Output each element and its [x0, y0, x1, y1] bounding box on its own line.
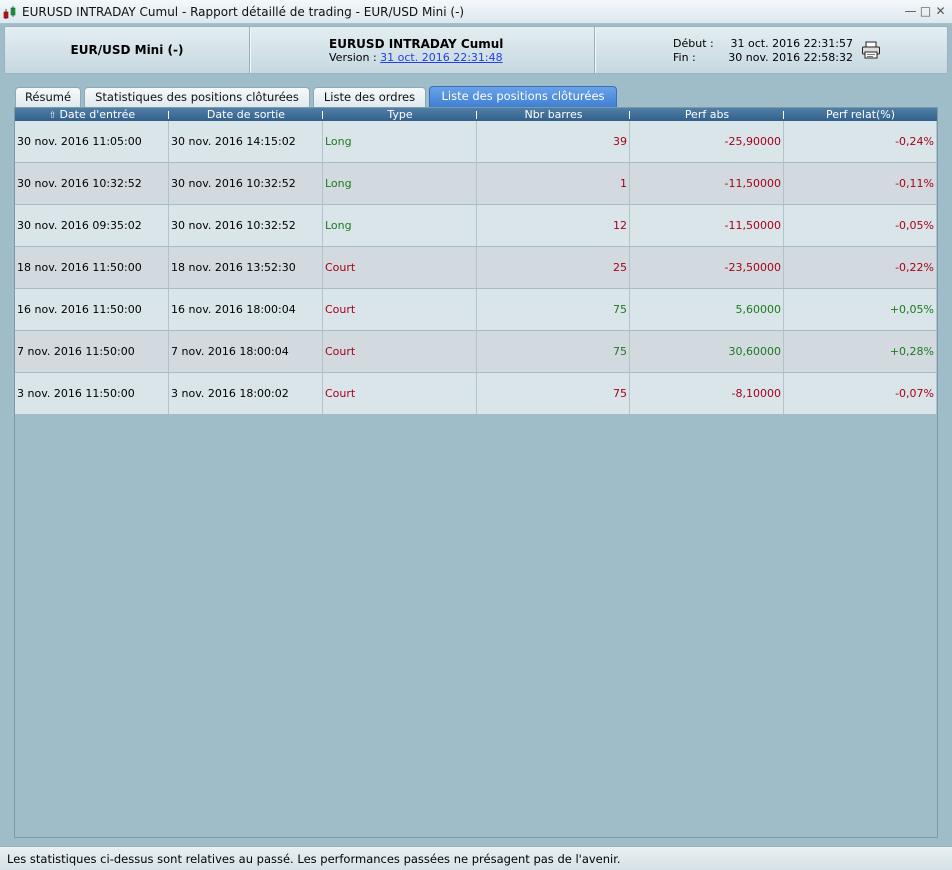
cell-perf-rel: -0,11% [784, 163, 937, 204]
cell-perf-abs: -25,90000 [630, 121, 784, 162]
cell-perf-rel: +0,05% [784, 289, 937, 330]
table-header: ⇧ Date d'entrée Date de sortie Type Nbr b… [15, 108, 937, 121]
report-header: EUR/USD Mini (-) EURUSD INTRADAY Cumul V… [4, 26, 948, 74]
cell-perf-rel: +0,28% [784, 331, 937, 372]
start-value: 31 oct. 2016 22:31:57 [730, 37, 853, 50]
cell-entry-date: 30 nov. 2016 10:32:52 [15, 163, 169, 204]
cell-bars: 39 [477, 121, 630, 162]
cell-type: Court [323, 373, 477, 414]
col-entry-date[interactable]: ⇧ Date d'entrée [15, 108, 169, 121]
cell-entry-date: 3 nov. 2016 11:50:00 [15, 373, 169, 414]
table-row[interactable]: 30 nov. 2016 09:35:02 30 nov. 2016 10:32:… [15, 205, 937, 247]
col-type[interactable]: Type [323, 108, 477, 121]
close-button[interactable]: ✕ [934, 5, 947, 18]
cell-perf-abs: -11,50000 [630, 163, 784, 204]
cell-exit-date: 30 nov. 2016 10:32:52 [169, 163, 323, 204]
cell-perf-abs: -11,50000 [630, 205, 784, 246]
tab-orders-list[interactable]: Liste des ordres [313, 87, 426, 107]
tab-closed-positions-stats[interactable]: Statistiques des positions clôturées [84, 87, 310, 107]
start-date-row: Début : 31 oct. 2016 22:31:57 [673, 37, 853, 51]
cell-entry-date: 18 nov. 2016 11:50:00 [15, 247, 169, 288]
cell-perf-rel: -0,22% [784, 247, 937, 288]
closed-positions-table: ⇧ Date d'entrée Date de sortie Type Nbr b… [14, 107, 938, 838]
col-bars[interactable]: Nbr barres [477, 108, 630, 121]
instrument-name: EUR/USD Mini (-) [70, 43, 184, 57]
cell-bars: 75 [477, 373, 630, 414]
end-value: 30 nov. 2016 22:58:32 [728, 51, 853, 64]
header-divider [594, 27, 596, 73]
cell-exit-date: 16 nov. 2016 18:00:04 [169, 289, 323, 330]
tab-closed-positions-list[interactable]: Liste des positions clôturées [429, 86, 617, 107]
cell-perf-abs: -23,50000 [630, 247, 784, 288]
col-perf-abs[interactable]: Perf abs [630, 108, 784, 121]
status-bar: Les statistiques ci-dessus sont relative… [0, 846, 952, 870]
cell-type: Long [323, 121, 477, 162]
cell-perf-abs: 30,60000 [630, 331, 784, 372]
table-row[interactable]: 30 nov. 2016 11:05:00 30 nov. 2016 14:15:… [15, 121, 937, 163]
cell-exit-date: 30 nov. 2016 14:15:02 [169, 121, 323, 162]
cell-type: Long [323, 163, 477, 204]
table-row[interactable]: 18 nov. 2016 11:50:00 18 nov. 2016 13:52:… [15, 247, 937, 289]
cell-type: Court [323, 331, 477, 372]
printer-icon[interactable] [861, 41, 881, 59]
date-range: Début : 31 oct. 2016 22:31:57 Fin : 30 n… [673, 37, 853, 65]
cell-entry-date: 7 nov. 2016 11:50:00 [15, 331, 169, 372]
header-divider [249, 27, 251, 73]
window-title: EURUSD INTRADAY Cumul - Rapport détaillé… [22, 5, 465, 19]
cell-bars: 1 [477, 163, 630, 204]
col-exit-date[interactable]: Date de sortie [169, 108, 323, 121]
cell-perf-rel: -0,24% [784, 121, 937, 162]
cell-exit-date: 3 nov. 2016 18:00:02 [169, 373, 323, 414]
cell-perf-abs: -8,10000 [630, 373, 784, 414]
version-label: Version : [329, 51, 377, 64]
cell-entry-date: 30 nov. 2016 09:35:02 [15, 205, 169, 246]
cell-exit-date: 18 nov. 2016 13:52:30 [169, 247, 323, 288]
cell-exit-date: 30 nov. 2016 10:32:52 [169, 205, 323, 246]
maximize-button[interactable]: □ [919, 5, 932, 18]
disclaimer-text: Les statistiques ci-dessus sont relative… [7, 852, 621, 866]
cell-type: Court [323, 289, 477, 330]
col-perf-rel[interactable]: Perf relat(%) [784, 108, 937, 121]
version-link[interactable]: 31 oct. 2016 22:31:48 [380, 51, 502, 64]
end-date-row: Fin : 30 nov. 2016 22:58:32 [673, 51, 853, 65]
end-label: Fin : [673, 51, 696, 64]
minimize-button[interactable]: — [904, 5, 917, 18]
table-row[interactable]: 7 nov. 2016 11:50:00 7 nov. 2016 18:00:04… [15, 331, 937, 373]
cell-perf-rel: -0,07% [784, 373, 937, 414]
table-row[interactable]: 16 nov. 2016 11:50:00 16 nov. 2016 18:00:… [15, 289, 937, 331]
cell-bars: 12 [477, 205, 630, 246]
cell-perf-rel: -0,05% [784, 205, 937, 246]
cell-type: Court [323, 247, 477, 288]
table-row[interactable]: 30 nov. 2016 10:32:52 30 nov. 2016 10:32:… [15, 163, 937, 205]
cell-type: Long [323, 205, 477, 246]
tab-resume[interactable]: Résumé [15, 87, 81, 107]
cell-bars: 75 [477, 331, 630, 372]
cell-bars: 75 [477, 289, 630, 330]
candlestick-chart-icon [3, 6, 16, 19]
cell-exit-date: 7 nov. 2016 18:00:04 [169, 331, 323, 372]
title-bar: EURUSD INTRADAY Cumul - Rapport détaillé… [0, 0, 952, 24]
start-label: Début : [673, 37, 714, 50]
cell-entry-date: 16 nov. 2016 11:50:00 [15, 289, 169, 330]
version-line: Version : 31 oct. 2016 22:31:48 [329, 51, 503, 64]
strategy-name: EURUSD INTRADAY Cumul [329, 37, 504, 51]
cell-perf-abs: 5,60000 [630, 289, 784, 330]
cell-bars: 25 [477, 247, 630, 288]
cell-entry-date: 30 nov. 2016 11:05:00 [15, 121, 169, 162]
table-row[interactable]: 3 nov. 2016 11:50:00 3 nov. 2016 18:00:02… [15, 373, 937, 415]
